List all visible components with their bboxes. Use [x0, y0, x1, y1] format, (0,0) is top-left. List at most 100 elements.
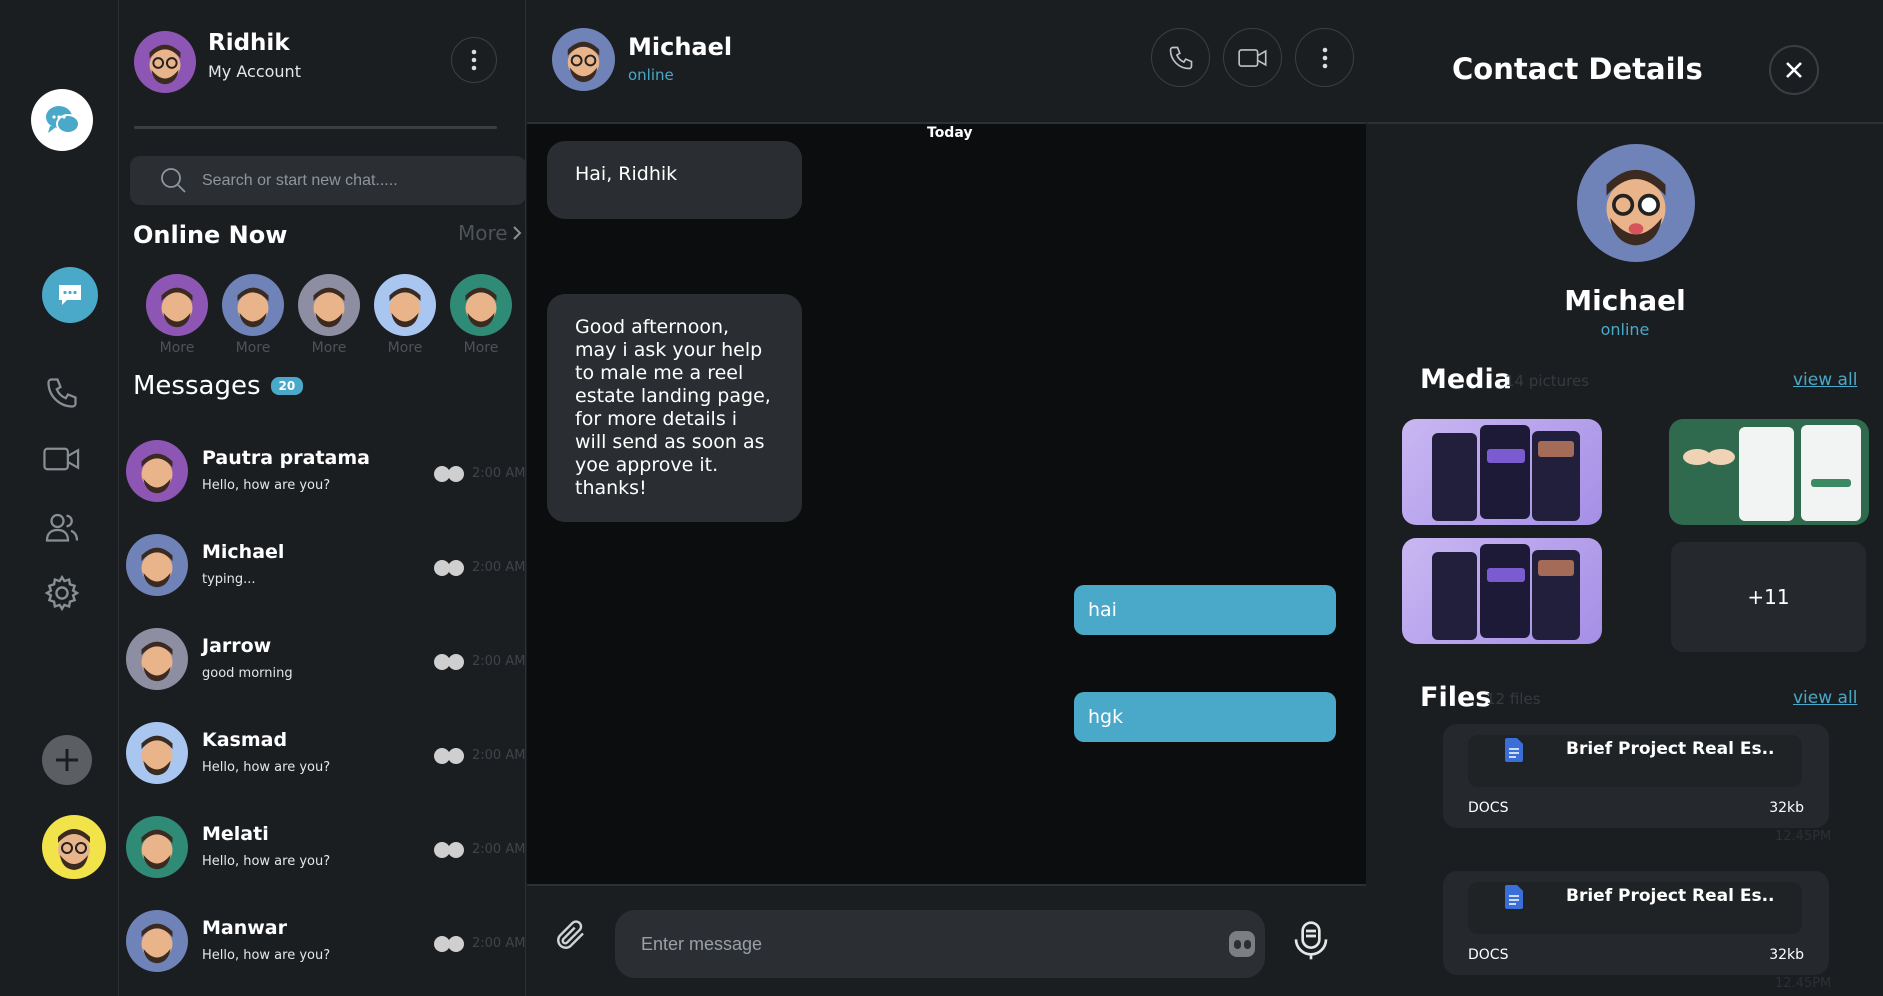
outgoing-message: hgk: [1074, 692, 1336, 742]
conversation-preview: Hello, how are you?: [202, 478, 331, 493]
chat-panel: Michael online Today Hai, Ridhik Good af…: [527, 0, 1366, 996]
conversation-item[interactable]: Michael typing... 2:00 AM: [126, 534, 526, 628]
read-receipt-icon: [434, 466, 464, 482]
conversation-preview: Hello, how are you?: [202, 760, 331, 775]
media-thumbnail[interactable]: [1402, 419, 1602, 525]
phone-icon: [47, 378, 77, 408]
app-logo: [31, 89, 93, 151]
online-user[interactable]: More: [450, 274, 512, 356]
details-name: Michael: [1564, 284, 1686, 317]
read-receipt-icon: [434, 748, 464, 764]
calls-nav-button[interactable]: [42, 373, 82, 413]
conversation-item[interactable]: Melati Hello, how are you? 2:00 AM: [126, 816, 526, 910]
chat-menu-button[interactable]: [1295, 28, 1354, 87]
settings-nav-button[interactable]: [42, 573, 82, 613]
memoji-icon: [141, 735, 173, 776]
online-user[interactable]: More: [146, 274, 208, 356]
conversation-item[interactable]: Pautra pratama Hello, how are you? 2:00 …: [126, 440, 526, 534]
paperclip-icon: [557, 920, 584, 949]
online-user-label: More: [311, 340, 347, 356]
memoji-icon: [465, 287, 497, 328]
search-input[interactable]: [202, 171, 482, 190]
phone-icon: [1169, 46, 1192, 69]
media-view-all-link[interactable]: view all: [1793, 370, 1857, 390]
online-user[interactable]: More: [298, 274, 360, 356]
account-avatar[interactable]: [134, 31, 196, 93]
conversation-preview: good morning: [202, 666, 293, 681]
chats-nav-button[interactable]: [42, 267, 98, 323]
app-screens-image: [1432, 544, 1580, 640]
avatar: [126, 440, 188, 502]
avatar: [126, 628, 188, 690]
chat-header: Michael online: [527, 0, 1366, 124]
close-details-button[interactable]: [1769, 45, 1819, 95]
online-user[interactable]: More: [222, 274, 284, 356]
attach-button[interactable]: [549, 913, 593, 957]
messages-heading: Messages 20: [133, 371, 304, 401]
file-card[interactable]: Brief Project Real Es.. DOCS 32kb: [1443, 871, 1829, 975]
file-time: 12.45PM: [1775, 976, 1832, 991]
memoji-icon: [237, 287, 269, 328]
emoji-button[interactable]: [1229, 931, 1255, 957]
conversation-preview: Hello, how are you?: [202, 854, 331, 869]
contact-status: online: [628, 66, 674, 84]
voice-call-button[interactable]: [1151, 28, 1210, 87]
avatar: [126, 722, 188, 784]
divider: [134, 126, 497, 129]
chat-bubbles-icon: [46, 106, 80, 134]
video-nav-button[interactable]: [42, 439, 82, 479]
contacts-nav-button[interactable]: [42, 507, 82, 547]
media-thumbnail[interactable]: [1402, 538, 1602, 644]
video-call-button[interactable]: [1223, 28, 1282, 87]
memoji-icon: [1606, 169, 1666, 246]
conversation-item[interactable]: Manwar Hello, how are you? 2:00 AM: [126, 910, 526, 996]
conversation-item[interactable]: Kasmad Hello, how are you? 2:00 AM: [126, 722, 526, 816]
online-user[interactable]: More: [374, 274, 436, 356]
memoji-icon: [141, 829, 173, 870]
document-icon: [1505, 738, 1523, 762]
file-time: 12.45PM: [1775, 829, 1832, 844]
voice-message-button[interactable]: [1288, 916, 1334, 966]
more-vertical-icon: [1322, 47, 1327, 68]
chat-list-sidebar: Ridhik My Account Online Now More More M…: [120, 0, 526, 996]
messenger-app: Ridhik My Account Online Now More More M…: [0, 0, 1883, 996]
plus-icon: [56, 749, 78, 771]
chevron-right-icon: [512, 226, 522, 240]
memoji-icon: [567, 41, 600, 83]
file-card[interactable]: Brief Project Real Es.. DOCS 32kb: [1443, 724, 1829, 828]
conversation-preview: Hello, how are you?: [202, 948, 331, 963]
file-name: Brief Project Real Es..: [1566, 886, 1775, 906]
avatar: [126, 534, 188, 596]
day-separator: Today: [927, 125, 973, 141]
more-media-button[interactable]: +11: [1671, 542, 1866, 652]
search-bar: [130, 156, 526, 205]
my-profile-avatar[interactable]: [42, 815, 106, 879]
online-more-link[interactable]: More: [458, 221, 522, 245]
memoji-icon: [141, 547, 173, 588]
avatar: [146, 274, 208, 336]
media-heading: Media: [1420, 364, 1512, 395]
file-name: Brief Project Real Es..: [1566, 739, 1775, 759]
conversation-list: Pautra pratama Hello, how are you? 2:00 …: [126, 440, 526, 996]
add-button[interactable]: [42, 735, 92, 785]
nav-rail: [0, 0, 119, 996]
contact-details-panel: Contact Details Michael online Media 14 …: [1367, 0, 1883, 996]
conversation-item[interactable]: Jarrow good morning 2:00 AM: [126, 628, 526, 722]
contact-avatar[interactable]: [552, 28, 615, 91]
files-view-all-link[interactable]: view all: [1793, 688, 1857, 708]
files-count: 12 files: [1486, 690, 1541, 708]
account-menu-button[interactable]: [451, 37, 497, 83]
avatar: [450, 274, 512, 336]
account-name: Ridhik: [208, 30, 290, 56]
message-input[interactable]: [641, 933, 1229, 955]
online-now-heading: Online Now: [133, 221, 288, 249]
media-count: 14 pictures: [1505, 372, 1590, 390]
conversation-name: Manwar: [202, 917, 287, 939]
memoji-icon: [58, 829, 90, 870]
conversation-name: Jarrow: [202, 635, 272, 657]
details-header: Contact Details: [1367, 0, 1883, 124]
memoji-icon: [141, 453, 173, 494]
read-receipt-icon: [434, 560, 464, 576]
search-icon: [161, 168, 186, 193]
media-thumbnail[interactable]: [1669, 419, 1869, 525]
